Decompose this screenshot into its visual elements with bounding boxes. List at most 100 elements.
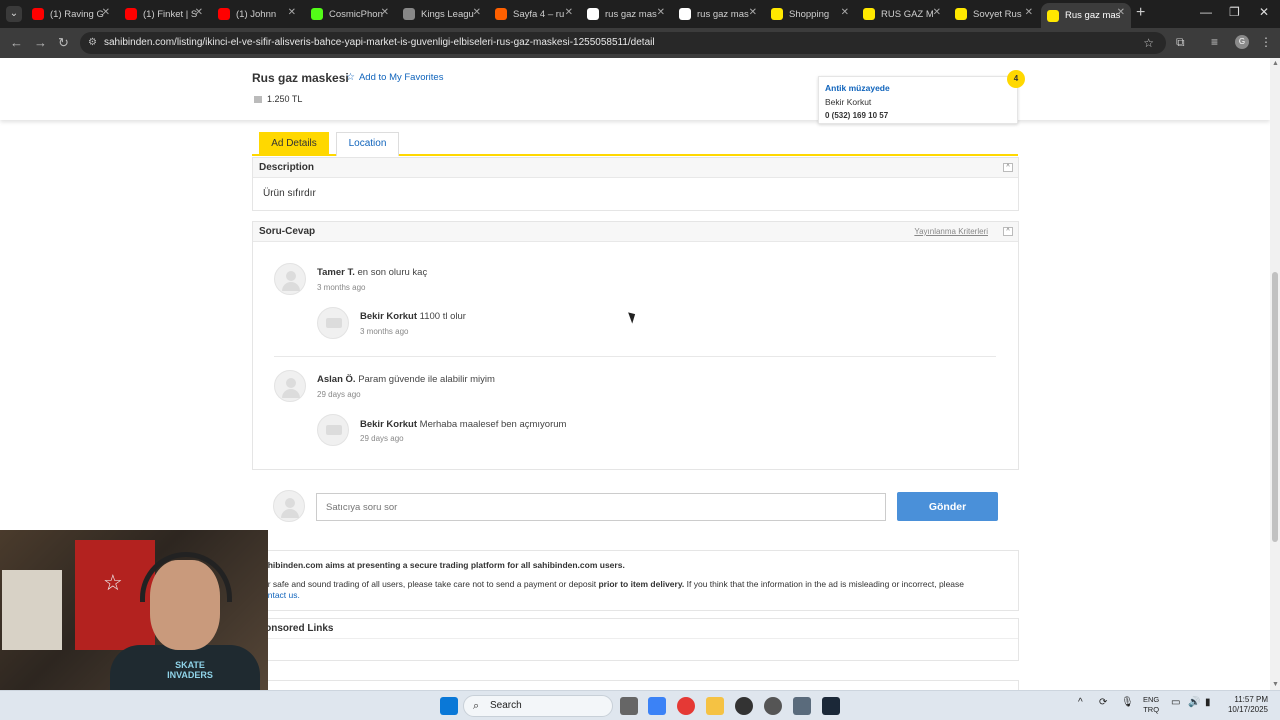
browser-tab[interactable]: (1) Finket | S ✕ <box>119 3 209 25</box>
browser-tab[interactable]: Shopping ✕ <box>765 3 855 25</box>
close-tab-icon[interactable]: ✕ <box>381 7 389 18</box>
task-view-icon[interactable] <box>620 697 638 715</box>
close-tab-icon[interactable]: ✕ <box>473 7 481 18</box>
answer-text: Bekir Korkut 1100 tl olur <box>360 311 466 322</box>
address-bar[interactable]: ⚙ sahibinden.com/listing/ikinci-el-ve-si… <box>80 32 1166 54</box>
browser-tab[interactable]: CosmicPhon ✕ <box>305 3 395 25</box>
shirt-print: SKATE INVADERS <box>167 660 213 680</box>
volume-icon[interactable]: 🔊 <box>1188 697 1200 708</box>
browser-tab[interactable]: rus gaz mas ✕ <box>673 3 763 25</box>
answer-body: 1100 tl olur <box>419 311 466 322</box>
kick-icon <box>311 8 323 20</box>
close-tab-icon[interactable]: ✕ <box>933 7 941 18</box>
tab-ad-details[interactable]: Ad Details <box>259 132 329 156</box>
tray-chevron-icon[interactable]: ^ <box>1078 697 1083 708</box>
steam-icon[interactable] <box>822 697 840 715</box>
browser-tab[interactable]: rus gaz mas ✕ <box>581 3 671 25</box>
close-tab-icon[interactable]: ✕ <box>657 7 665 18</box>
maximize-icon[interactable]: ❐ <box>1229 5 1240 19</box>
collapse-description-icon[interactable]: ^ <box>1003 163 1013 172</box>
close-tab-icon[interactable]: ✕ <box>1117 7 1125 18</box>
sponsored-heading: ponsored Links <box>253 619 1018 639</box>
microphone-icon[interactable]: 🎙 <box>1121 697 1134 708</box>
browser-tab[interactable]: Rus gaz mas ✕ <box>1041 3 1131 28</box>
contact-us-link[interactable]: ontact us. <box>263 590 300 600</box>
sahibinden-icon <box>1047 9 1059 22</box>
browser-tab[interactable]: Sovyet Rus ✕ <box>949 3 1039 25</box>
settings-icon[interactable] <box>793 697 811 715</box>
language-indicator[interactable]: ENG TRQ <box>1143 695 1159 715</box>
menu-kebab-icon[interactable]: ⋮ <box>1260 35 1272 49</box>
tab-search-icon[interactable]: ⌄ <box>6 6 22 22</box>
media-controls-icon[interactable]: ≡ <box>1211 35 1218 49</box>
ask-seller-input[interactable] <box>316 493 886 521</box>
scroll-up-icon[interactable]: ▲ <box>1272 60 1279 67</box>
taskbar-clock[interactable]: 11:57 PM 10/17/2025 <box>1222 695 1268 715</box>
tab-location[interactable]: Location <box>336 132 399 156</box>
member-years-badge: 4 <box>1007 70 1025 88</box>
favorite-star-icon: ☆ <box>346 72 355 83</box>
wall-poster <box>2 570 62 650</box>
copilot-icon[interactable] <box>648 697 666 715</box>
close-window-icon[interactable]: ✕ <box>1259 5 1269 19</box>
chrome-icon[interactable] <box>677 697 695 715</box>
answer-user: Bekir Korkut <box>360 311 418 322</box>
minimize-icon[interactable]: — <box>1200 5 1212 19</box>
send-question-button[interactable]: Gönder <box>897 492 998 521</box>
close-tab-icon[interactable]: ✕ <box>1025 7 1033 18</box>
taskbar-search[interactable]: ⌕ Search <box>463 695 613 717</box>
add-to-favorites-link[interactable]: ☆ Add to My Favorites <box>346 72 443 83</box>
network-icon[interactable]: ▭ <box>1171 697 1180 708</box>
forward-icon[interactable]: → <box>34 35 47 50</box>
collapse-qa-icon[interactable]: ^ <box>1003 227 1013 236</box>
user-avatar <box>274 370 306 402</box>
page-scrollbar[interactable]: ▲ ▼ <box>1270 58 1280 690</box>
browser-tab[interactable]: (1) Johnn ✕ <box>212 3 302 25</box>
close-tab-icon[interactable]: ✕ <box>749 7 757 18</box>
user-avatar <box>274 263 306 295</box>
seller-card: Antik müzayede Bekir Korkut 0 (532) 169 … <box>818 76 1018 124</box>
site-info-icon[interactable]: ⚙ <box>88 32 97 54</box>
description-heading: Description <box>259 162 315 173</box>
youtube-icon <box>32 8 44 20</box>
sahibinden-icon <box>771 8 783 20</box>
obs-icon[interactable] <box>764 697 782 715</box>
sticky-listing-header: Rus gaz maskesi ☆ Add to My Favorites 1.2… <box>0 58 1270 120</box>
close-tab-icon[interactable]: ✕ <box>102 7 110 18</box>
add-to-favorites-label: Add to My Favorites <box>358 72 444 83</box>
listing-tabs: Ad Details Location <box>252 130 1018 156</box>
browser-tab-strip: ⌄ (1) Raving G ✕ (1) Finket | S ✕ (1) Johnn ✕… <box>0 0 1280 28</box>
new-tab-icon[interactable]: + <box>1136 4 1145 22</box>
extensions-icon[interactable]: ⧉ <box>1176 35 1185 50</box>
close-tab-icon[interactable]: ✕ <box>841 7 849 18</box>
media-player-icon[interactable] <box>735 697 753 715</box>
reload-icon[interactable]: ↻ <box>58 35 69 51</box>
next-section <box>252 680 1019 690</box>
close-tab-icon[interactable]: ✕ <box>195 7 203 18</box>
battery-icon[interactable]: ▮ <box>1205 697 1211 708</box>
scrollbar-thumb[interactable] <box>1272 272 1278 542</box>
publishing-criteria-link[interactable]: Yayınlanma Kriterleri <box>914 222 988 242</box>
description-text: Ürün sıfırdır <box>263 188 316 199</box>
question-time: 29 days ago <box>317 390 361 399</box>
seller-shop-link[interactable]: Antik müzayede <box>825 83 1011 93</box>
browser-tab[interactable]: Kings Leagu ✕ <box>397 3 487 25</box>
close-tab-icon[interactable]: ✕ <box>565 7 573 18</box>
scroll-down-icon[interactable]: ▼ <box>1272 681 1279 688</box>
bookmark-star-icon[interactable]: ☆ <box>1143 32 1154 54</box>
qa-header: Soru-Cevap Yayınlanma Kriterleri ^ <box>253 222 1018 242</box>
file-explorer-icon[interactable] <box>706 697 724 715</box>
browser-tab[interactable]: (1) Raving G ✕ <box>26 3 116 25</box>
qa-section: Soru-Cevap Yayınlanma Kriterleri ^ <box>252 221 1019 470</box>
close-tab-icon[interactable]: ✕ <box>288 7 296 18</box>
windows-start-icon[interactable] <box>440 697 458 715</box>
browser-tab[interactable]: Sayfa 4 – ru ✕ <box>489 3 579 25</box>
back-icon[interactable]: ← <box>10 35 23 50</box>
price-row: 1.250 TL <box>254 94 302 104</box>
price-icon <box>254 96 262 104</box>
profile-avatar-icon[interactable]: G <box>1235 35 1249 49</box>
browser-tab[interactable]: RUS GAZ M ✕ <box>857 3 947 25</box>
seller-avatar <box>317 307 349 339</box>
sync-icon[interactable]: ⟳ <box>1099 697 1107 708</box>
hb-icon <box>495 8 507 20</box>
